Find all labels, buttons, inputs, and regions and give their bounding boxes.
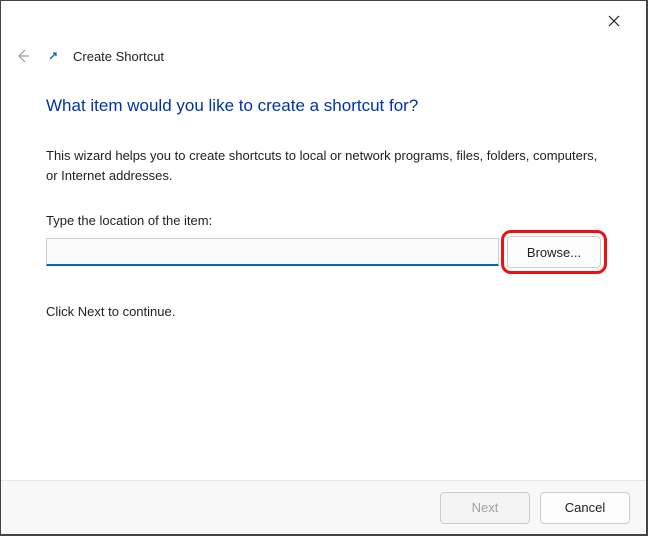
shortcut-icon: [45, 48, 61, 64]
wizard-title: Create Shortcut: [73, 49, 164, 64]
wizard-footer: Next Cancel: [1, 480, 646, 534]
wizard-header: Create Shortcut: [13, 41, 634, 71]
browse-button[interactable]: Browse...: [507, 236, 601, 268]
titlebar: [594, 1, 646, 41]
close-button[interactable]: [594, 1, 634, 41]
arrow-left-icon: [15, 48, 31, 64]
browse-wrap: Browse...: [507, 236, 601, 268]
location-input-row: Browse...: [46, 236, 601, 268]
page-description: This wizard helps you to create shortcut…: [46, 146, 601, 185]
location-input-label: Type the location of the item:: [46, 213, 601, 228]
create-shortcut-wizard-window: Create Shortcut What item would you like…: [0, 0, 648, 536]
back-button[interactable]: [13, 46, 33, 66]
next-button[interactable]: Next: [440, 492, 530, 524]
cancel-button[interactable]: Cancel: [540, 492, 630, 524]
location-input[interactable]: [46, 238, 499, 266]
page-heading: What item would you like to create a sho…: [46, 96, 601, 116]
close-icon: [608, 15, 620, 27]
continue-hint: Click Next to continue.: [46, 304, 601, 319]
wizard-content: What item would you like to create a sho…: [46, 96, 601, 474]
